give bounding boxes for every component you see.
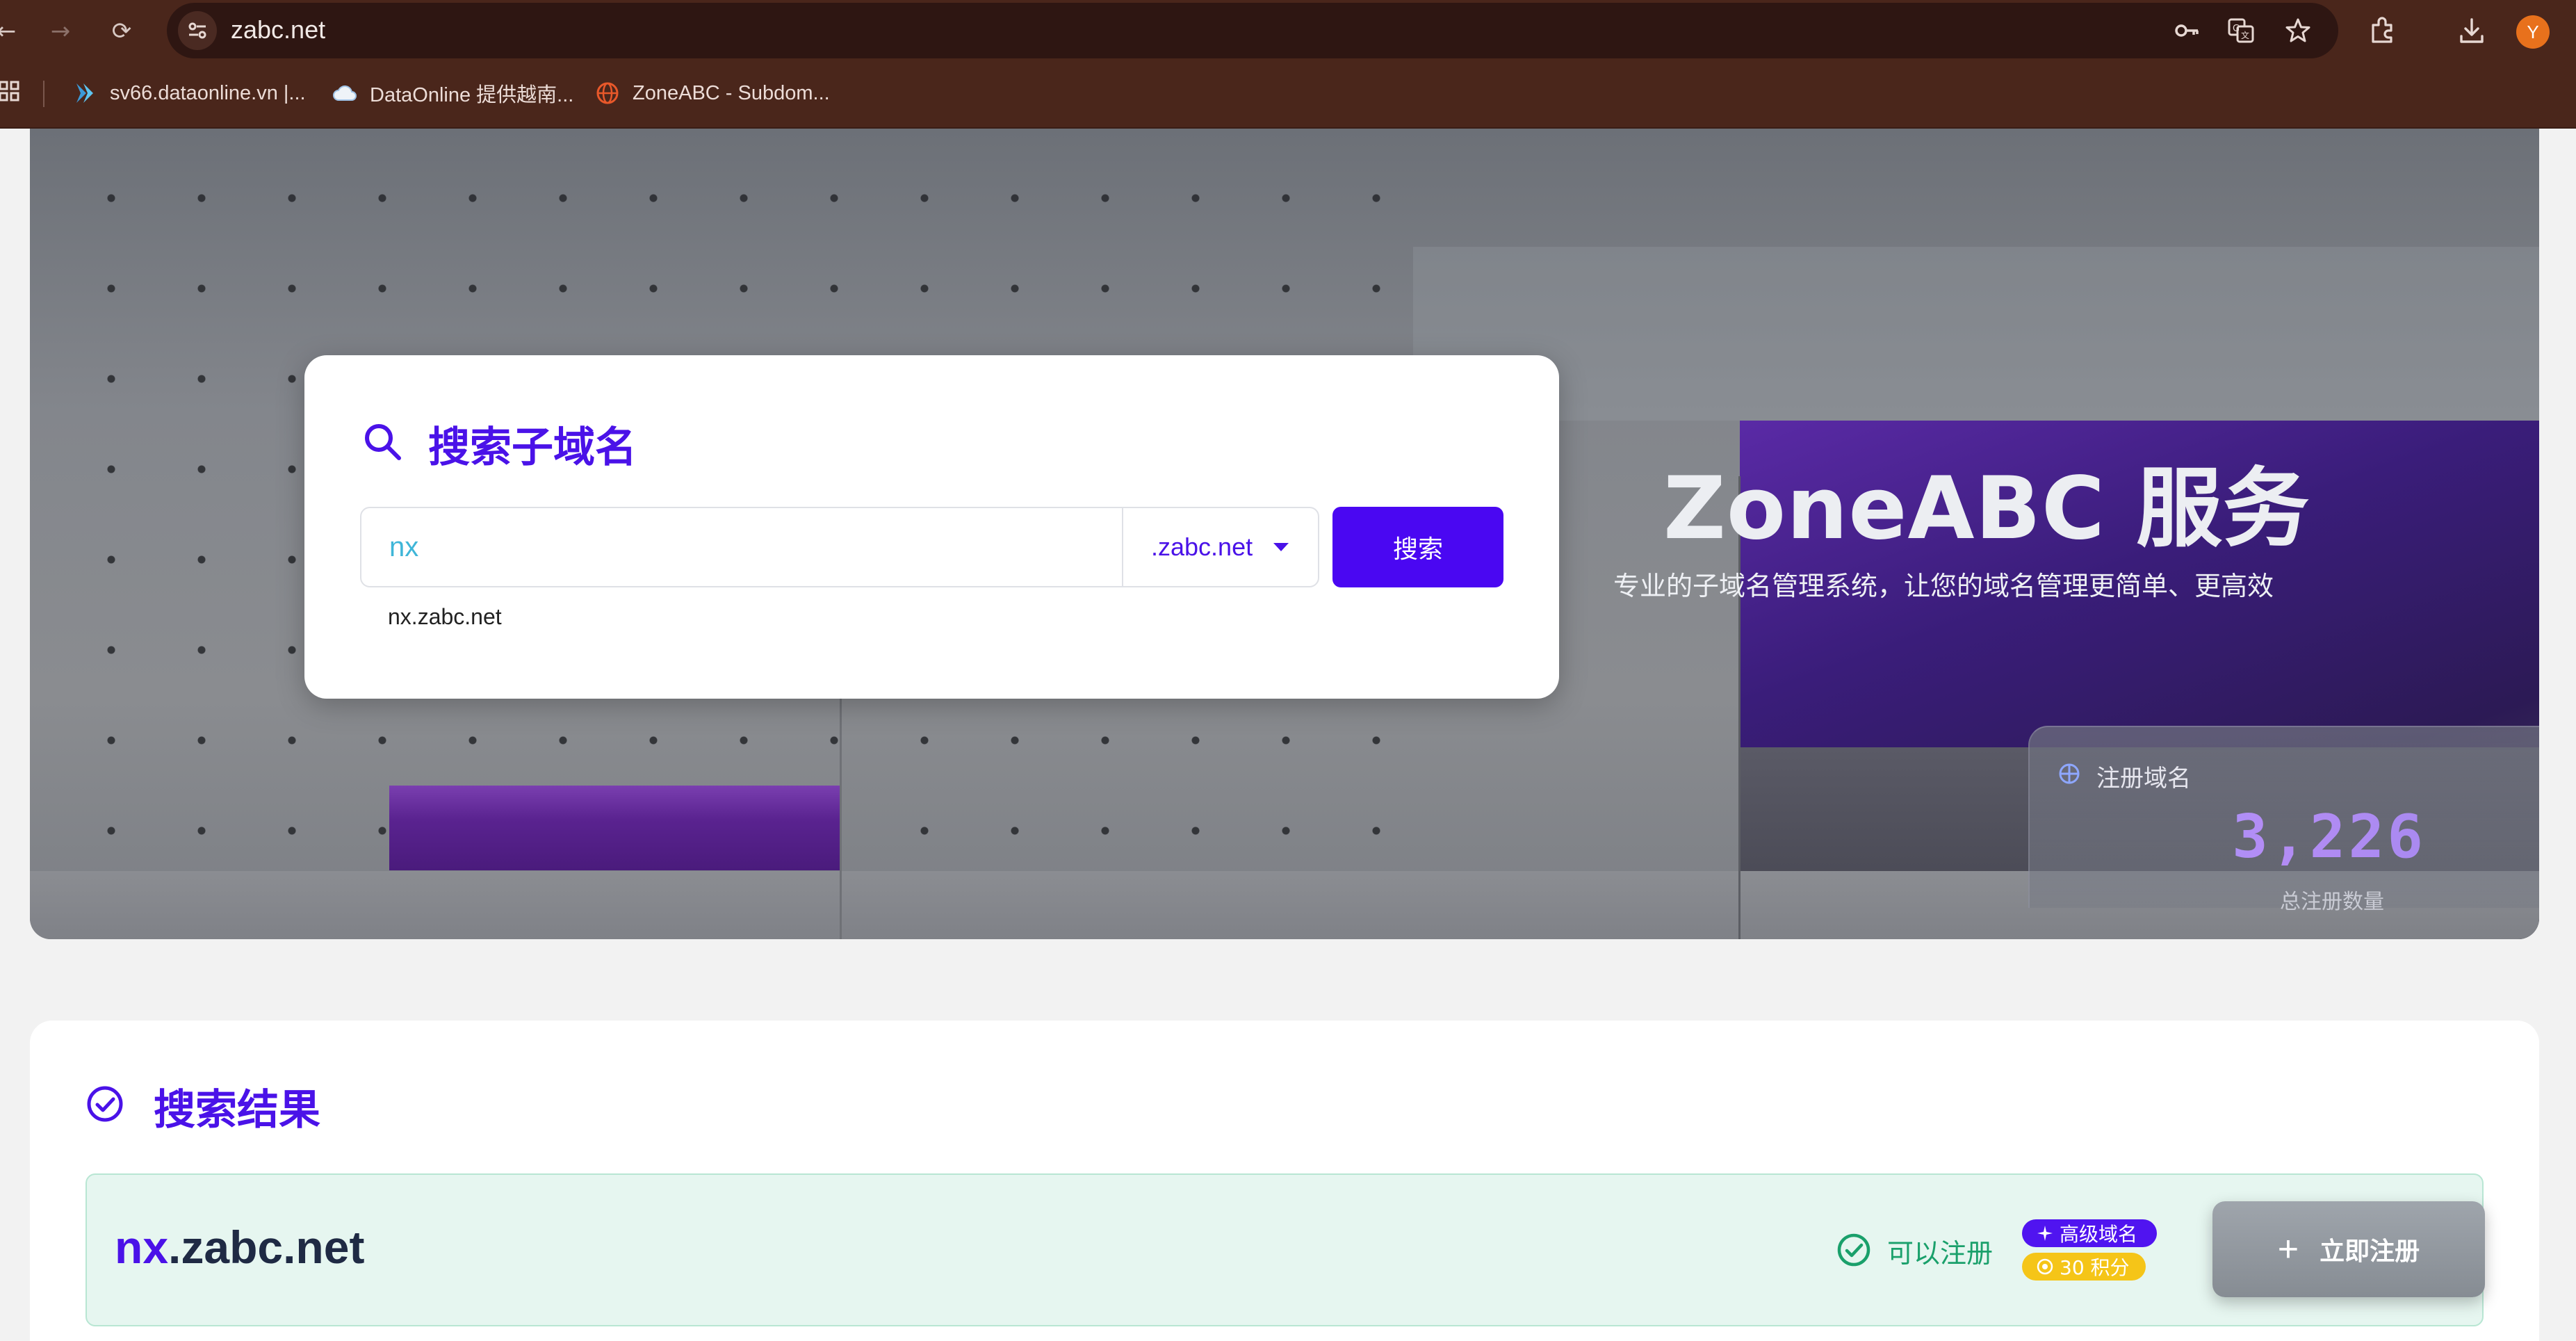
availability-status: 可以注册 [1887,1238,1994,1269]
hero-title: ZoneABC 服务 [1663,459,2310,559]
site-info-icon[interactable] [178,11,217,50]
search-preview: nx.zabc.net [388,604,502,629]
result-row: nx.zabc.net 可以注册 高级域名 30 积分 + 立即注册 [85,1173,2485,1326]
stat-label: 注册域名 [2096,765,2191,793]
check-circle-icon [87,1086,123,1122]
bookmark-zoneabc[interactable]: ZoneABC - Subdom... [595,78,830,108]
available-check-icon [1837,1233,1870,1267]
bookmarks-separator [43,81,44,107]
search-field-group: .zabc.net [360,507,1319,587]
results-title: 搜索结果 [154,1086,320,1135]
download-icon[interactable] [2456,15,2487,46]
stat-caption: 总注册数量 [2280,890,2384,914]
cloud-icon [333,85,357,101]
hero-backdrop-line [840,699,842,939]
domain-suffix-value: .zabc.net [1151,533,1253,561]
svg-text:文: 文 [2241,30,2249,40]
domain-suffix-select[interactable]: .zabc.net [1123,508,1319,586]
globe-icon [596,82,619,104]
points-badge-label: 30 积分 [2060,1256,2130,1279]
search-card: 搜索子域名 .zabc.net 搜索 nx.zabc.net [304,355,1559,699]
caret-down-icon [1273,543,1289,551]
register-now-button[interactable]: + 立即注册 [2212,1201,2485,1297]
result-domain: nx.zabc.net [115,1221,364,1274]
points-badge: 30 积分 [2022,1253,2146,1281]
register-now-label: 立即注册 [2320,1237,2420,1265]
hero-subtitle: 专业的子域名管理系统，让您的域名管理更简单、更高效 [1613,571,2274,601]
hero-backdrop-panel [1413,247,2539,421]
back-icon[interactable]: ← [0,15,22,47]
results-card: 搜索结果 nx.zabc.net 可以注册 高级域名 30 积分 + 立即注册 [30,1021,2539,1341]
apps-grid-icon[interactable] [0,81,21,101]
search-icon [365,424,401,460]
premium-badge: 高级域名 [2022,1219,2157,1247]
bookmark-label: DataOnline 提供越南... [370,84,574,106]
browser-toolbar: ← → ⟳ zabc.net G文 Y [0,0,2576,63]
subdomain-input[interactable] [363,510,1122,585]
hero-backdrop-strip [389,786,840,870]
result-domain-suffix: .zabc.net [168,1221,365,1273]
premium-badge-label: 高级域名 [2060,1223,2138,1246]
coin-icon [2037,1258,2053,1275]
search-button[interactable]: 搜索 [1332,507,1503,587]
search-title: 搜索子域名 [428,423,637,472]
key-icon[interactable] [2173,17,2201,44]
bookmark-dataonline-vn[interactable]: DataOnline 提供越南... [332,78,573,108]
globe-plus-icon [2059,763,2080,784]
address-bar[interactable]: zabc.net G文 [167,3,2338,58]
dataonline-icon [76,83,93,103]
reload-icon[interactable]: ⟳ [106,15,138,47]
url-text[interactable]: zabc.net [231,15,325,44]
translate-icon[interactable]: G文 [2227,17,2255,44]
bookmark-label: ZoneABC - Subdom... [633,81,830,104]
stat-card-registered: 注册域名 3,226 总注册数量 [2028,726,2539,914]
sparkle-icon [2037,1226,2053,1241]
star-icon[interactable] [2284,17,2312,44]
svg-text:G: G [2233,24,2240,34]
bookmark-label: sv66.dataonline.vn |... [110,81,306,104]
profile-avatar[interactable]: Y [2516,15,2550,49]
bookmark-dataonline[interactable]: sv66.dataonline.vn |... [72,78,306,108]
forward-icon[interactable]: → [44,15,76,47]
stat-value: 3,226 [2030,802,2426,872]
extensions-icon[interactable] [2367,15,2398,46]
plus-icon: + [2277,1229,2299,1269]
result-domain-query: nx [115,1221,169,1273]
